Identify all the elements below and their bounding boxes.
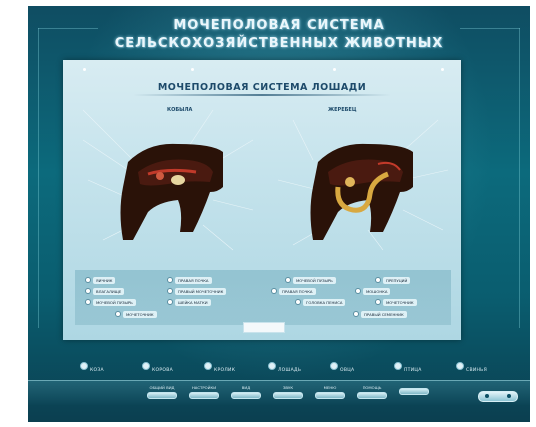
nav-rabbit[interactable]: КРОЛИК (204, 362, 235, 373)
legend-item[interactable]: МОЧЕВОЙ ПУЗЫРЬ (85, 298, 136, 306)
legend-item[interactable]: МОЧЕВОЙ ПУЗЫРЬ (285, 276, 336, 284)
circle-icon (204, 362, 212, 370)
circle-icon (375, 299, 381, 305)
circle-icon (85, 288, 91, 294)
control-button[interactable] (273, 392, 303, 399)
control-button[interactable] (147, 392, 177, 399)
nav-bird[interactable]: ПТИЦА (394, 362, 422, 373)
legend-item[interactable]: ПРАВАЯ ПОЧКА (271, 287, 316, 295)
control-overview[interactable]: ОБЩИЙ ВИД (146, 386, 178, 399)
left-dot-icon (485, 394, 489, 398)
circle-icon (80, 362, 88, 370)
app-title-line2: СЕЛЬСКОХОЗЯЙСТВЕННЫХ ЖИВОТНЫХ (114, 36, 444, 51)
control-extra[interactable] (398, 386, 430, 395)
legend-area: ЯИЧНИК ПРАВАЯ ПОЧКА ВЛАГАЛИЩЕ ПРАВЫЙ МОЧ… (75, 270, 451, 325)
circle-icon (167, 277, 173, 283)
circle-icon (375, 277, 381, 283)
circle-icon (167, 299, 173, 305)
circle-icon (355, 288, 361, 294)
control-menu[interactable]: МЕНЮ (314, 386, 346, 399)
legend-item[interactable]: ЯИЧНИК (85, 276, 116, 284)
circle-icon (456, 362, 464, 370)
blank-label-box (243, 322, 285, 333)
control-button[interactable] (357, 392, 387, 399)
control-button[interactable] (315, 392, 345, 399)
legend-item[interactable]: МОШОНКА (355, 287, 391, 295)
nav-sheep[interactable]: ОВЦА (330, 362, 354, 373)
app-title-line1: МОЧЕПОЛОВАЯ СИСТЕМА (173, 18, 385, 33)
exit-button[interactable] (478, 391, 518, 402)
content-panel: МОЧЕПОЛОВАЯ СИСТЕМА ЛОШАДИ КОБЫЛА ЖЕРЕБЕ… (63, 60, 461, 340)
circle-icon (394, 362, 402, 370)
circle-icon (85, 277, 91, 283)
legend-item[interactable]: ПРЕПУЦИЙ (375, 276, 411, 284)
nav-goat[interactable]: КОЗА (80, 362, 104, 373)
circle-icon (330, 362, 338, 370)
circle-icon (268, 362, 276, 370)
circle-icon (85, 299, 91, 305)
nav-horse[interactable]: ЛОШАДЬ (268, 362, 301, 373)
circle-icon (285, 277, 291, 283)
legend-item[interactable]: МОЧЕТОЧНИК (115, 310, 157, 318)
nav-pig[interactable]: СВИНЬЯ (456, 362, 487, 373)
legend-item[interactable]: ПРАВЫЙ СЕМЕННИК (353, 310, 407, 318)
control-button[interactable] (399, 388, 429, 395)
circuit-decoration (38, 28, 39, 328)
control-help[interactable]: ПОМОЩЬ (356, 386, 388, 399)
nav-cow[interactable]: КОРОВА (142, 362, 173, 373)
circle-icon (115, 311, 121, 317)
circuit-decoration (519, 28, 520, 328)
legend-item[interactable]: ШЕЙКА МАТКИ (167, 298, 211, 306)
legend-item[interactable]: ПРАВЫЙ МОЧЕТОЧНИК (167, 287, 227, 295)
legend-item[interactable]: ВЛАГАЛИЩЕ (85, 287, 125, 295)
control-view[interactable]: ВИД (230, 386, 262, 399)
circle-icon (271, 288, 277, 294)
control-button[interactable] (189, 392, 219, 399)
control-sound[interactable]: ЗВУК (272, 386, 304, 399)
circle-icon (353, 311, 359, 317)
legend-item[interactable]: ГОЛОВКА ПЕНИСА (295, 298, 346, 306)
control-settings[interactable]: НАСТРОЙКИ (188, 386, 220, 399)
circle-icon (142, 362, 150, 370)
right-dot-icon (507, 394, 511, 398)
stallion-anatomy-illustration (310, 143, 413, 240)
legend-item[interactable]: МОЧЕТОЧНИК (375, 298, 417, 306)
mare-anatomy-illustration (120, 143, 223, 240)
circle-icon (167, 288, 173, 294)
legend-item[interactable]: ПРАВАЯ ПОЧКА (167, 276, 212, 284)
control-button[interactable] (231, 392, 261, 399)
circle-icon (295, 299, 301, 305)
